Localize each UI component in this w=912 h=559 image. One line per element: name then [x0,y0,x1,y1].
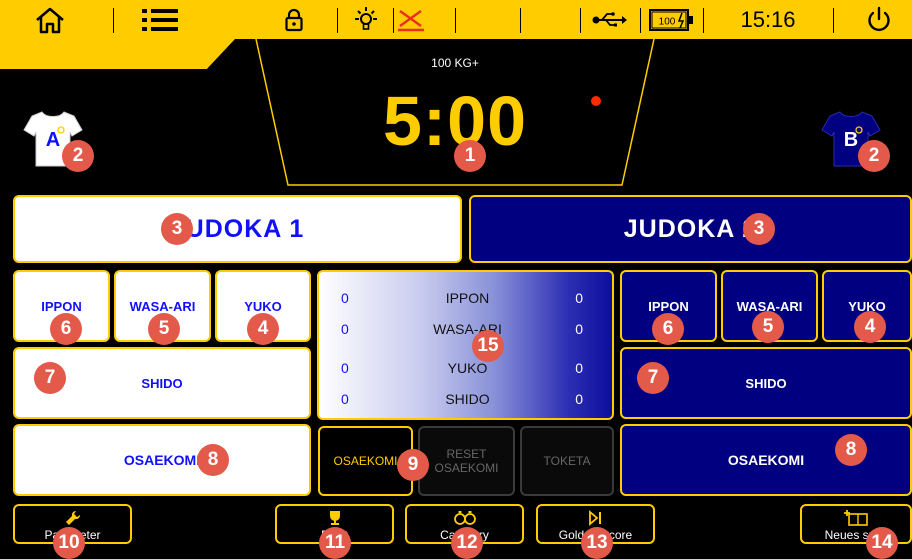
reset-osaekomi-button[interactable]: RESET OSAEKOMI [418,426,515,496]
power-button[interactable] [862,0,896,39]
callout-marker: 10 [53,527,85,559]
callout-marker: 9 [397,449,429,481]
callout-marker: 1 [454,140,486,172]
scoreboard-row-ippon: 0 IPPON 0 [319,286,612,310]
judoka-white-name[interactable]: JUDOKA 1 [13,195,462,263]
callout-marker: 5 [752,311,784,343]
clock: 15:16 [740,6,796,32]
weight-class: 100 KG+ [431,56,479,70]
timer-status-dot [591,96,601,106]
scoreboard-label: SHIDO [445,391,490,407]
scoreboard: 0 IPPON 0 0 WASA-ARI 0 0 YUKO 0 0 SHIDO … [317,270,614,420]
scoreboard-row-shido: 0 SHIDO 0 [319,387,612,411]
callout-marker: 14 [866,527,898,559]
callout-marker: 4 [247,313,279,345]
callout-marker: 12 [451,527,483,559]
scoreboard-add-icon [844,510,868,526]
scoreboard-label: WASA-ARI [433,321,502,337]
callout-marker: 8 [197,444,229,476]
callout-marker: 4 [854,311,886,343]
blue-wasa-ari-count: 0 [575,321,583,337]
stopwatch-icon [453,511,476,525]
callout-marker: 6 [50,313,82,345]
callout-marker: 6 [652,313,684,345]
white-osaekomi-button[interactable]: OSAEKOMI [13,424,311,496]
toketa-button[interactable]: TOKETA [520,426,614,496]
power-icon [868,6,890,31]
separator [703,8,704,33]
sound-button[interactable] [396,0,426,39]
callout-marker: 13 [581,527,613,559]
callout-marker: 7 [637,362,669,394]
callout-marker: 7 [34,362,66,394]
white-shirt-letter: A [46,129,60,151]
separator [393,8,394,33]
scoreboard-row-yuko: 0 YUKO 0 [319,356,612,380]
blue-yuko-count: 0 [575,360,583,376]
callout-marker: 5 [148,313,180,345]
trophy-icon [329,511,340,525]
callout-marker: 3 [743,213,775,245]
scoreboard-label: IPPON [445,290,490,306]
scoreboard-label: YUKO [447,360,488,376]
separator [113,8,114,33]
home-button[interactable] [28,0,72,39]
separator [337,8,338,33]
home-icon [36,7,64,33]
separator [580,8,581,33]
judoka-blue-name[interactable]: JUDOKA 2 [469,195,912,263]
battery-icon: 100 [649,8,693,31]
blue-shido-count: 0 [575,391,583,407]
callout-marker: 2 [62,140,94,172]
list-menu-icon [142,8,178,31]
battery-status: 100 [648,0,696,39]
play-pause-icon [588,510,601,526]
separator [833,8,834,33]
top-bar-corner [0,39,235,69]
brightness-button[interactable] [351,0,381,39]
callout-marker: 3 [161,213,193,245]
blue-ippon-count: 0 [575,290,583,306]
lock-button[interactable] [282,0,306,39]
usb-status [590,0,630,39]
blue-shirt-letter: B [844,129,858,151]
separator [640,8,641,33]
callout-marker: 2 [858,140,890,172]
separator [455,8,456,33]
blue-osaekomi-button[interactable]: OSAEKOMI [620,424,912,496]
sun-icon [355,6,377,30]
wrench-icon [65,510,80,525]
timer-panel[interactable]: 100 KG+ 5:00 [255,39,655,187]
muted-icon [398,9,424,31]
menu-button[interactable] [134,0,186,39]
callout-marker: 8 [835,434,867,466]
separator [520,8,521,33]
usb-icon [592,11,627,26]
lock-icon [285,8,303,31]
callout-marker: 11 [319,527,351,559]
battery-percent: 100 [659,16,676,27]
callout-marker: 15 [472,330,504,362]
scoreboard-row-wasa-ari: 0 WASA-ARI 0 [319,317,612,341]
